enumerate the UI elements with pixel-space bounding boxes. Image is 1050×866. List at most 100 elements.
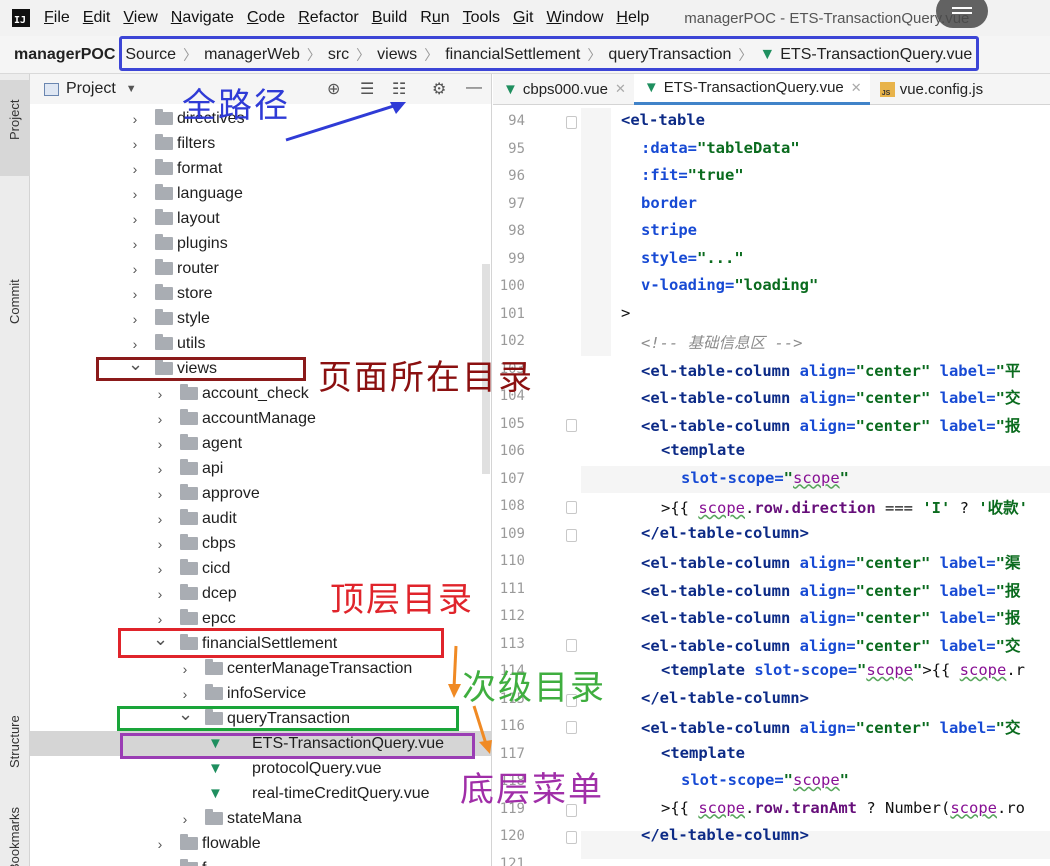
chevron-down-icon[interactable]: ▼: [126, 83, 137, 95]
tree-folder-row[interactable]: › flowable: [30, 831, 491, 856]
chevron-right-icon[interactable]: ›: [153, 511, 167, 527]
chevron-right-icon[interactable]: ›: [178, 686, 192, 702]
chevron-right-icon[interactable]: ›: [178, 811, 192, 827]
views-dir-highlight-box: [96, 357, 306, 381]
tree-folder-row[interactable]: › store: [30, 281, 491, 306]
tree-folder-row[interactable]: › language: [30, 181, 491, 206]
tree-folder-row[interactable]: › style: [30, 306, 491, 331]
tree-folder-row[interactable]: › format: [30, 156, 491, 181]
expand-all-icon[interactable]: ☰: [360, 79, 374, 99]
chevron-right-icon[interactable]: ›: [178, 661, 192, 677]
tree-item-label: format: [177, 159, 223, 177]
tree-folder-row[interactable]: › accountManage: [30, 406, 491, 431]
tree-file-row[interactable]: ▼ protocolQuery.vue: [30, 756, 491, 781]
menu-item[interactable]: Build: [372, 9, 408, 27]
fold-marker-icon[interactable]: [566, 528, 577, 542]
menu-item[interactable]: Edit: [83, 9, 111, 27]
chevron-right-icon[interactable]: ›: [128, 261, 142, 277]
fold-marker-icon[interactable]: [566, 831, 577, 844]
tree-folder-row[interactable]: › agent: [30, 431, 491, 456]
menu-item[interactable]: Tools: [463, 9, 500, 27]
menu-item[interactable]: Navigate: [171, 9, 234, 27]
fold-marker-icon[interactable]: [566, 721, 577, 734]
editor-tab[interactable]: ▼ ETS-TransactionQuery.vue ✕: [633, 73, 870, 105]
chevron-right-icon[interactable]: ›: [153, 611, 167, 627]
chevron-right-icon[interactable]: ›: [153, 436, 167, 452]
locate-target-icon[interactable]: ⊕: [327, 79, 340, 99]
chevron-right-icon[interactable]: ›: [153, 461, 167, 477]
fold-marker-icon[interactable]: [566, 638, 577, 652]
code-editor[interactable]: <el-table:data="tableData":fit="true" bor…: [581, 106, 1050, 866]
tree-folder-row[interactable]: › router: [30, 256, 491, 281]
tree-folder-row[interactable]: › stateMana: [30, 806, 491, 831]
chevron-right-icon[interactable]: ›: [153, 861, 167, 866]
tool-tab-commit[interactable]: Commit: [0, 242, 30, 332]
folder-icon: [155, 334, 173, 350]
chevron-right-icon[interactable]: ›: [153, 836, 167, 852]
tree-folder-row[interactable]: › centerManageTransaction: [30, 656, 491, 681]
code-line: </el-table-column>: [641, 826, 809, 844]
fold-marker-icon[interactable]: [566, 501, 577, 514]
window-menu-icon[interactable]: [936, 0, 988, 28]
folder-icon: [180, 484, 198, 500]
tree-folder-row[interactable]: › audit: [30, 506, 491, 531]
chevron-right-icon[interactable]: ›: [153, 536, 167, 552]
menu-item[interactable]: Refactor: [298, 9, 358, 27]
chevron-right-icon[interactable]: ›: [128, 236, 142, 252]
tree-folder-row[interactable]: › filters: [30, 131, 491, 156]
project-view-selector[interactable]: Project: [66, 80, 116, 98]
tree-folder-row[interactable]: › infoService: [30, 681, 491, 706]
close-tab-icon[interactable]: ✕: [851, 80, 862, 96]
tree-file-row[interactable]: ▼ real-timeCreditQuery.vue: [30, 781, 491, 806]
tool-tab-structure[interactable]: Structure: [0, 672, 30, 772]
editor-tab-label: vue.config.js: [899, 80, 984, 98]
menu-item[interactable]: Git: [513, 9, 533, 27]
chevron-right-icon[interactable]: ›: [153, 586, 167, 602]
menu-item[interactable]: Window: [546, 9, 603, 27]
close-tab-icon[interactable]: ✕: [615, 81, 626, 97]
line-number: 109: [499, 525, 525, 542]
chevron-right-icon[interactable]: ›: [128, 186, 142, 202]
code-line: <el-table-column align="center" label="平: [641, 361, 1021, 380]
menu-item[interactable]: Code: [247, 9, 285, 27]
line-number: 98: [508, 223, 525, 239]
menu-item[interactable]: File: [44, 9, 70, 27]
chevron-right-icon[interactable]: ›: [128, 286, 142, 302]
tree-folder-row[interactable]: › api: [30, 456, 491, 481]
chevron-right-icon[interactable]: ›: [128, 211, 142, 227]
fold-marker-icon[interactable]: [566, 418, 577, 432]
tree-folder-row[interactable]: ›f: [30, 856, 491, 866]
editor-tab[interactable]: ▼ cbps000.vue ✕: [493, 74, 634, 105]
tree-item-label: cbps: [202, 534, 236, 552]
project-name[interactable]: managerPOC: [14, 46, 115, 64]
folder-icon: [180, 834, 198, 850]
chevron-right-icon[interactable]: ›: [128, 111, 142, 127]
minimize-icon[interactable]: —: [466, 79, 482, 97]
menu-item[interactable]: Run: [420, 9, 449, 27]
editor-tab[interactable]: vue.config.js: [870, 74, 991, 105]
menu-item[interactable]: Help: [616, 9, 649, 27]
chevron-right-icon[interactable]: ›: [128, 136, 142, 152]
chevron-right-icon[interactable]: ›: [128, 336, 142, 352]
tree-folder-row[interactable]: › approve: [30, 481, 491, 506]
chevron-right-icon[interactable]: ›: [153, 386, 167, 402]
folder-icon: [205, 684, 223, 700]
tool-tab-project[interactable]: Project: [0, 80, 30, 176]
chevron-right-icon[interactable]: ›: [153, 561, 167, 577]
line-number: 108: [499, 498, 525, 514]
collapse-all-icon[interactable]: ☷: [392, 79, 406, 99]
tree-folder-row[interactable]: › layout: [30, 206, 491, 231]
tool-tab-bookmarks[interactable]: Bookmarks: [0, 784, 30, 866]
folder-icon: [205, 809, 223, 825]
line-number: 111: [499, 580, 525, 597]
chevron-right-icon[interactable]: ›: [153, 486, 167, 502]
chevron-right-icon[interactable]: ›: [153, 411, 167, 427]
js-file-icon: [879, 81, 895, 97]
tree-folder-row[interactable]: › cbps: [30, 531, 491, 556]
chevron-right-icon[interactable]: ›: [128, 311, 142, 327]
tree-folder-row[interactable]: › plugins: [30, 231, 491, 256]
menu-item[interactable]: View: [123, 9, 157, 27]
fold-marker-icon[interactable]: [566, 116, 577, 129]
chevron-right-icon[interactable]: ›: [128, 161, 142, 177]
gear-icon[interactable]: ⚙: [432, 79, 446, 99]
